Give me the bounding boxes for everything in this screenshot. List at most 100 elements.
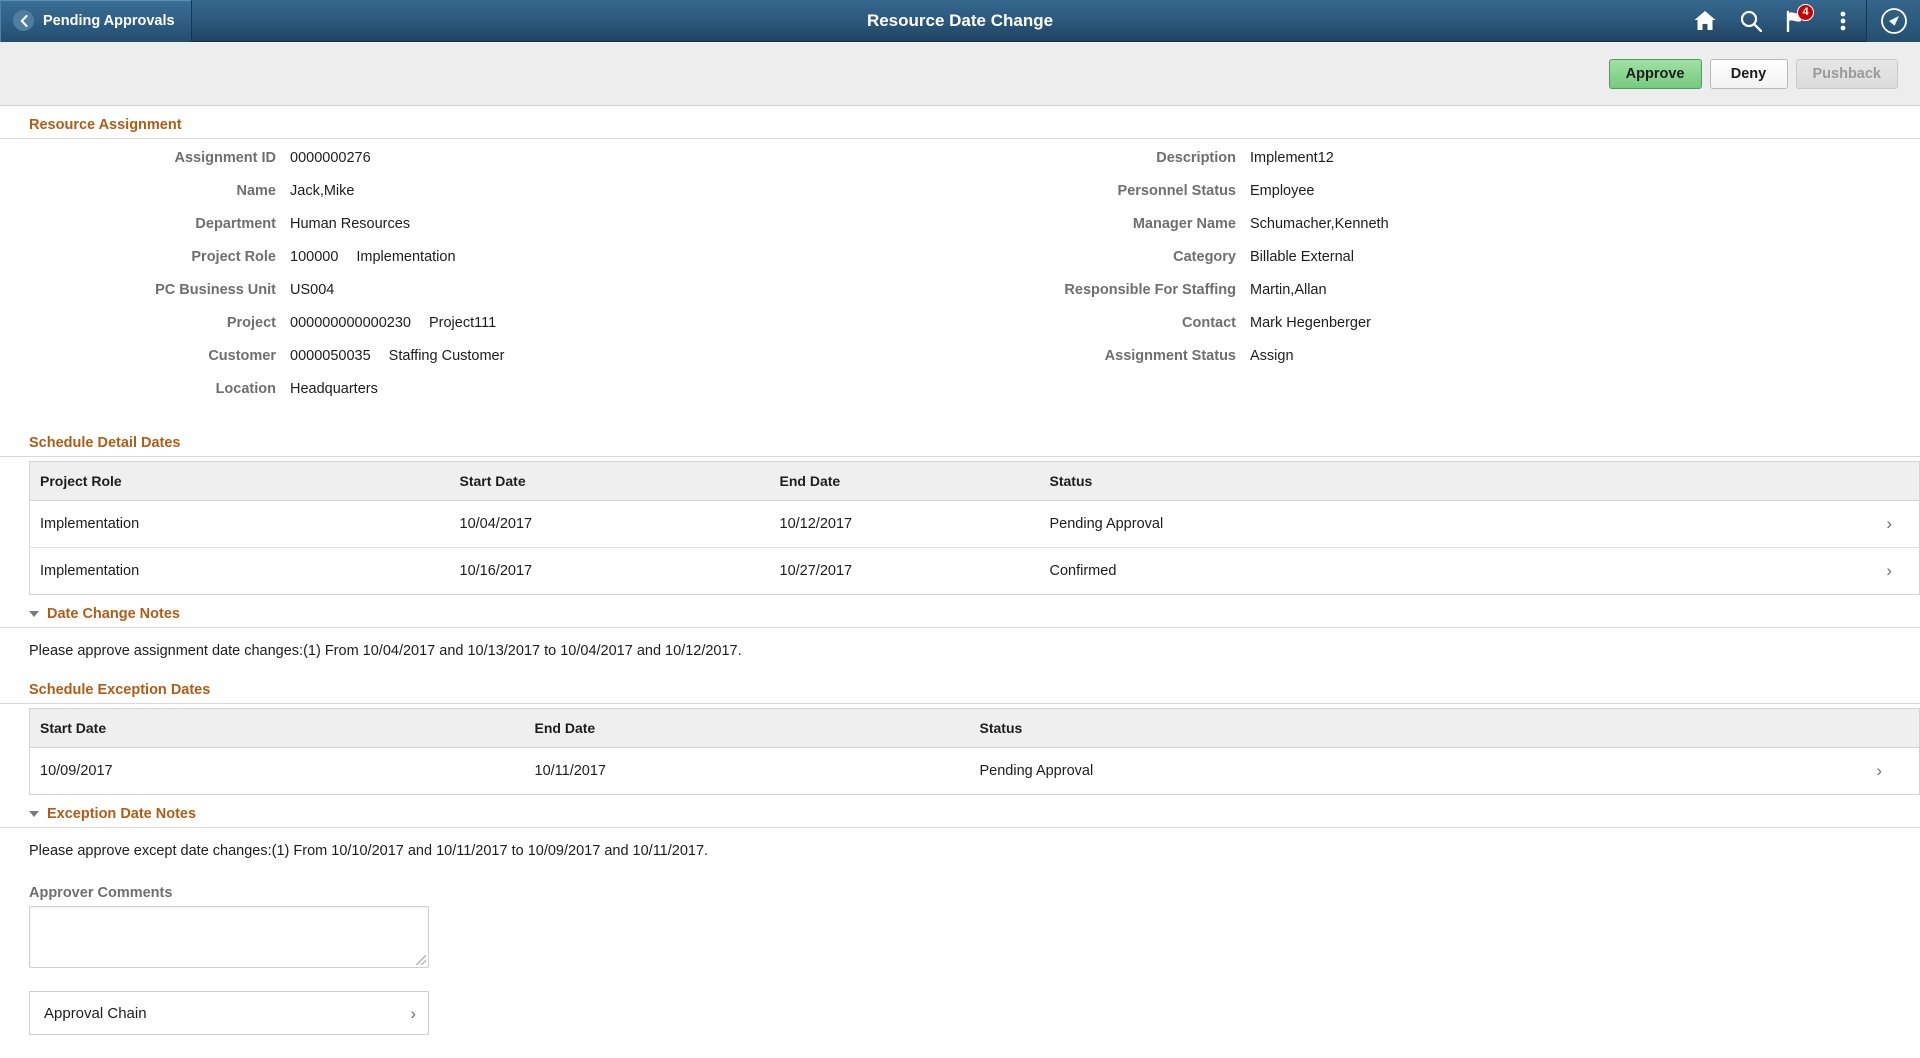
section-title: Schedule Detail Dates <box>29 435 181 451</box>
field-label: Assignment ID <box>0 150 290 166</box>
field-project: Project 000000000000230Project111 <box>0 315 960 348</box>
field-value: 100000Implementation <box>290 249 456 265</box>
notifications-flag-icon[interactable]: 4 <box>1774 0 1820 42</box>
field-value: Assign <box>1250 348 1294 364</box>
approval-chain-label: Approval Chain <box>44 1005 147 1022</box>
field-value: Headquarters <box>290 381 378 397</box>
field-value: Billable External <box>1250 249 1354 265</box>
chevron-right-icon[interactable]: › <box>1886 561 1892 580</box>
cell-status: Pending Approval <box>1040 501 1850 548</box>
pushback-button[interactable]: Pushback <box>1796 59 1899 89</box>
section-title: Schedule Exception Dates <box>29 682 210 698</box>
field-manager-name: Manager Name Schumacher,Kenneth <box>960 216 1920 249</box>
navbar-compass-icon[interactable] <box>1866 0 1920 42</box>
chevron-right-icon[interactable]: › <box>1876 761 1882 780</box>
approver-comments-label: Approver Comments <box>29 885 1920 906</box>
field-assignment-status: Assignment Status Assign <box>960 348 1920 381</box>
page-title: Resource Date Change <box>0 11 1920 31</box>
field-value: Implement12 <box>1250 150 1334 166</box>
table-header-row: Start Date End Date Status <box>30 709 1920 748</box>
field-value: Human Resources <box>290 216 410 232</box>
resize-grip-icon[interactable] <box>416 955 426 965</box>
header-icon-group: 4 <box>1682 0 1920 42</box>
field-value: Employee <box>1250 183 1314 199</box>
field-label: Responsible For Staffing <box>960 282 1250 298</box>
row-detail-cell: › <box>1830 748 1920 795</box>
field-location: Location Headquarters <box>0 381 960 414</box>
column-header-end-date: End Date <box>770 462 1040 501</box>
cell-start-date: 10/04/2017 <box>450 501 770 548</box>
column-header-detail <box>1830 709 1920 748</box>
column-header-start-date: Start Date <box>30 709 525 748</box>
search-icon[interactable] <box>1728 0 1774 42</box>
field-label: Department <box>0 216 290 232</box>
table-row[interactable]: Implementation 10/04/2017 10/12/2017 Pen… <box>30 501 1920 548</box>
field-label: Contact <box>960 315 1250 331</box>
field-customer: Customer 0000050035Staffing Customer <box>0 348 960 381</box>
collapse-triangle-icon[interactable] <box>29 611 39 617</box>
deny-button[interactable]: Deny <box>1710 59 1788 89</box>
date-change-notes-text: Please approve assignment date changes:(… <box>0 628 1920 671</box>
approver-comments-input[interactable] <box>29 906 429 968</box>
cell-end-date: 10/12/2017 <box>770 501 1040 548</box>
field-label: Location <box>0 381 290 397</box>
field-label: Customer <box>0 348 290 364</box>
chevron-left-icon <box>13 10 34 31</box>
field-label: Project <box>0 315 290 331</box>
field-label: Project Role <box>0 249 290 265</box>
table-row[interactable]: 10/09/2017 10/11/2017 Pending Approval › <box>30 748 1920 795</box>
field-label: Personnel Status <box>960 183 1250 199</box>
collapse-triangle-icon[interactable] <box>29 811 39 817</box>
table-row[interactable]: Implementation 10/16/2017 10/27/2017 Con… <box>30 548 1920 595</box>
approve-button[interactable]: Approve <box>1609 59 1702 89</box>
field-label: PC Business Unit <box>0 282 290 298</box>
back-to-pending-approvals-button[interactable]: Pending Approvals <box>0 0 192 42</box>
section-header-schedule-detail-dates: Schedule Detail Dates <box>0 424 1920 457</box>
column-header-detail <box>1850 462 1920 501</box>
chevron-right-icon[interactable]: › <box>1886 514 1892 533</box>
cell-start-date: 10/16/2017 <box>450 548 770 595</box>
field-responsible-for-staffing: Responsible For Staffing Martin,Allan <box>960 282 1920 315</box>
field-label: Manager Name <box>960 216 1250 232</box>
field-value: Mark Hegenberger <box>1250 315 1371 331</box>
resource-assignment-left-column: Assignment ID 0000000276 Name Jack,Mike … <box>0 150 960 414</box>
resource-assignment-fields: Assignment ID 0000000276 Name Jack,Mike … <box>0 139 1920 424</box>
approval-action-toolbar: Approve Deny Pushback <box>0 42 1920 106</box>
table-header-row: Project Role Start Date End Date Status <box>30 462 1920 501</box>
section-title: Date Change Notes <box>47 606 180 622</box>
row-detail-cell: › <box>1850 548 1920 595</box>
cell-project-role: Implementation <box>30 548 450 595</box>
field-value: 0000000276 <box>290 150 371 166</box>
field-assignment-id: Assignment ID 0000000276 <box>0 150 960 183</box>
column-header-start-date: Start Date <box>450 462 770 501</box>
back-button-label: Pending Approvals <box>43 13 175 29</box>
field-value: 0000050035Staffing Customer <box>290 348 504 364</box>
approval-chain-button[interactable]: Approval Chain › <box>29 991 429 1035</box>
column-header-project-role: Project Role <box>30 462 450 501</box>
cell-end-date: 10/27/2017 <box>770 548 1040 595</box>
field-label: Description <box>960 150 1250 166</box>
exception-date-notes-text: Please approve except date changes:(1) F… <box>0 828 1920 871</box>
cell-start-date: 10/09/2017 <box>30 748 525 795</box>
field-label: Assignment Status <box>960 348 1250 364</box>
field-value: US004 <box>290 282 334 298</box>
field-department: Department Human Resources <box>0 216 960 249</box>
section-header-exception-date-notes[interactable]: Exception Date Notes <box>0 795 1920 828</box>
home-icon[interactable] <box>1682 0 1728 42</box>
field-category: Category Billable External <box>960 249 1920 282</box>
column-header-end-date: End Date <box>525 709 970 748</box>
schedule-exception-dates-table: Start Date End Date Status 10/09/2017 10… <box>29 708 1920 795</box>
cell-end-date: 10/11/2017 <box>525 748 970 795</box>
field-personnel-status: Personnel Status Employee <box>960 183 1920 216</box>
field-contact: Contact Mark Hegenberger <box>960 315 1920 348</box>
resource-assignment-right-column: Description Implement12 Personnel Status… <box>960 150 1920 414</box>
field-value: Schumacher,Kenneth <box>1250 216 1389 232</box>
actions-kebab-icon[interactable] <box>1820 0 1866 42</box>
field-label: Category <box>960 249 1250 265</box>
field-pc-business-unit: PC Business Unit US004 <box>0 282 960 315</box>
section-header-date-change-notes[interactable]: Date Change Notes <box>0 595 1920 628</box>
field-project-role: Project Role 100000Implementation <box>0 249 960 282</box>
approver-comments-group: Approver Comments <box>0 871 1920 968</box>
section-header-schedule-exception-dates: Schedule Exception Dates <box>0 671 1920 704</box>
field-value: Martin,Allan <box>1250 282 1327 298</box>
